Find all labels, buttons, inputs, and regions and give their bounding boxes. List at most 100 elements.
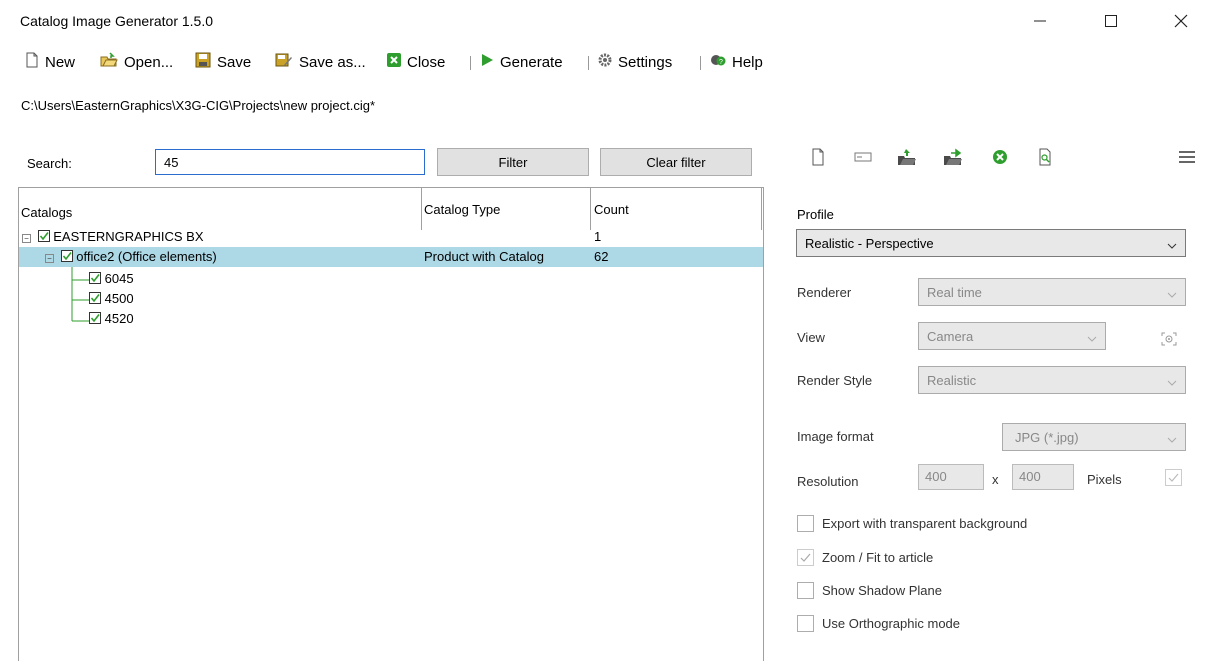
- generate-button[interactable]: Generate: [480, 48, 563, 76]
- profile-select-value: Realistic - Perspective: [805, 235, 934, 251]
- checkbox-unchecked-icon[interactable]: [797, 515, 814, 532]
- option-label: Export with transparent background: [822, 516, 1028, 531]
- search-input[interactable]: [155, 149, 425, 175]
- view-label: View: [797, 330, 825, 345]
- tree-row[interactable]: − EASTERNGRAPHICS BX 1: [19, 227, 763, 247]
- close-icon[interactable]: [1166, 8, 1196, 34]
- settings-button[interactable]: Settings: [598, 48, 672, 76]
- render-style-label: Render Style: [797, 373, 873, 388]
- collapse-toggle-icon[interactable]: −: [45, 254, 54, 263]
- checkbox-checked-icon[interactable]: [60, 250, 73, 262]
- catalog-tree-grid[interactable]: Catalogs Catalog Type Count − EASTERNGRA…: [18, 187, 764, 661]
- resolution-width-input[interactable]: 400: [918, 464, 984, 490]
- tree-row[interactable]: 4520: [19, 310, 763, 328]
- checkbox-checked-icon[interactable]: [89, 272, 101, 284]
- camera-target-icon[interactable]: [1161, 332, 1177, 349]
- tree-row-label: 4500: [104, 291, 134, 306]
- column-header-catalog-type[interactable]: Catalog Type: [424, 202, 500, 217]
- close-button[interactable]: Close: [387, 48, 445, 76]
- tree-row-label: EASTERNGRAPHICS BX: [53, 229, 204, 244]
- save-disk-icon: [195, 52, 211, 72]
- tree-row-label: 4520: [104, 311, 134, 326]
- toolbar-separator: [470, 56, 471, 70]
- chevron-down-icon: [1167, 432, 1177, 447]
- delete-profile-icon[interactable]: [988, 145, 1012, 169]
- option-label: Show Shadow Plane: [822, 583, 942, 598]
- filter-button[interactable]: Filter: [437, 148, 589, 176]
- title-bar: Catalog Image Generator 1.5.0: [0, 0, 1210, 40]
- tree-row-label: 6045: [104, 271, 134, 286]
- tree-row[interactable]: 6045: [19, 270, 763, 288]
- chevron-down-icon: [1087, 331, 1097, 346]
- help-icon: ?: [710, 52, 726, 72]
- minimize-icon[interactable]: [1025, 8, 1055, 34]
- tree-row[interactable]: − office2 (Office elements) Product with…: [19, 247, 763, 267]
- project-path: C:\Users\EasternGraphics\X3G-CIG\Project…: [21, 98, 376, 113]
- renderer-label: Renderer: [797, 285, 852, 300]
- renderer-select[interactable]: Real time: [918, 278, 1186, 306]
- image-format-label: Image format: [797, 429, 874, 444]
- hamburger-menu-icon[interactable]: [1175, 145, 1199, 169]
- checkbox-unchecked-icon[interactable]: [797, 582, 814, 599]
- help-button[interactable]: ? Help: [710, 48, 763, 76]
- new-profile-icon[interactable]: [806, 145, 830, 169]
- close-label: Close: [407, 53, 446, 71]
- gear-icon: [598, 53, 612, 71]
- resolution-lock-checkbox[interactable]: [1165, 469, 1182, 486]
- rename-profile-icon[interactable]: [851, 145, 875, 169]
- render-style-select-value: Realistic: [927, 372, 977, 388]
- chevron-down-icon: [1167, 375, 1177, 390]
- close-x-icon: [387, 53, 401, 71]
- orthographic-mode-option[interactable]: Use Orthographic mode: [797, 615, 960, 632]
- maximize-icon[interactable]: [1096, 8, 1126, 34]
- column-divider[interactable]: [421, 188, 422, 230]
- open-button[interactable]: Open...: [100, 48, 173, 76]
- transparent-background-option[interactable]: Export with transparent background: [797, 515, 1027, 532]
- checkbox-checked-icon[interactable]: [37, 230, 50, 242]
- export-profile-icon[interactable]: [941, 145, 965, 169]
- new-label: New: [45, 53, 76, 71]
- save-label: Save: [217, 53, 252, 71]
- image-format-select[interactable]: JPG (*.jpg): [1002, 423, 1186, 451]
- column-header-count[interactable]: Count: [594, 202, 629, 217]
- collapse-toggle-icon[interactable]: −: [22, 234, 31, 243]
- zoom-fit-option[interactable]: Zoom / Fit to article: [797, 549, 933, 566]
- main-toolbar: New Open... Save Save as... Close Genera…: [0, 48, 800, 76]
- open-folder-icon: [100, 52, 118, 72]
- save-as-button[interactable]: Save as...: [275, 48, 366, 76]
- column-divider[interactable]: [761, 188, 762, 230]
- option-label: Use Orthographic mode: [822, 616, 961, 631]
- checkbox-checked-icon[interactable]: [89, 312, 101, 324]
- clear-filter-button[interactable]: Clear filter: [600, 148, 752, 176]
- play-icon: [480, 53, 494, 71]
- tree-row-type: Product with Catalog: [424, 249, 544, 264]
- checkbox-unchecked-icon[interactable]: [797, 615, 814, 632]
- renderer-select-value: Real time: [927, 284, 982, 300]
- image-format-select-value: JPG (*.jpg): [1015, 429, 1079, 445]
- generate-label: Generate: [500, 53, 563, 71]
- tree-row-count: 62: [594, 249, 609, 264]
- checkbox-checked-icon[interactable]: [89, 292, 101, 304]
- help-label: Help: [732, 53, 763, 71]
- render-style-select[interactable]: Realistic: [918, 366, 1186, 394]
- preview-profile-icon[interactable]: [1033, 145, 1057, 169]
- checkbox-checked-icon[interactable]: [797, 549, 814, 566]
- toolbar-separator: [700, 56, 701, 70]
- profile-select[interactable]: Realistic - Perspective: [796, 229, 1186, 257]
- save-button[interactable]: Save: [195, 48, 251, 76]
- settings-label: Settings: [618, 53, 673, 71]
- tree-row[interactable]: 4500: [19, 290, 763, 308]
- column-divider[interactable]: [590, 188, 591, 230]
- column-header-catalogs[interactable]: Catalogs: [21, 205, 72, 220]
- chevron-down-icon: [1167, 287, 1177, 302]
- resolution-height-input[interactable]: 400: [1012, 464, 1074, 490]
- import-profile-icon[interactable]: [895, 145, 919, 169]
- shadow-plane-option[interactable]: Show Shadow Plane: [797, 582, 942, 599]
- toolbar-separator: [588, 56, 589, 70]
- tree-row-label: office2 (Office elements): [76, 249, 217, 264]
- new-button[interactable]: New: [25, 48, 75, 76]
- resolution-label: Resolution: [797, 474, 859, 489]
- open-label: Open...: [124, 53, 174, 71]
- view-select[interactable]: Camera: [918, 322, 1106, 350]
- pixels-label: Pixels: [1087, 472, 1122, 487]
